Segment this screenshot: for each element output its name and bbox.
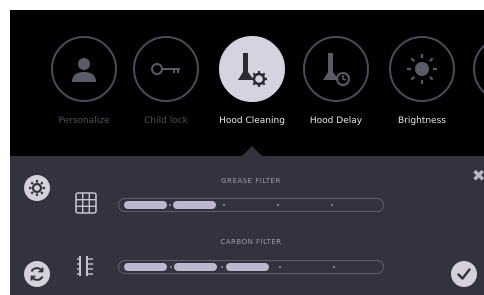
hood-cleaning-icon: [238, 53, 267, 87]
mode-personalize[interactable]: Personalize: [44, 36, 124, 126]
gear-icon: [29, 180, 45, 196]
carbon-filter-level-bar: [118, 260, 384, 274]
hood-delay-button[interactable]: [303, 36, 369, 102]
grease-filter-icon: [75, 192, 97, 214]
sun-icon: [407, 54, 437, 84]
mode-brightness[interactable]: Brightness: [382, 36, 462, 126]
grease-level-tick: [277, 204, 279, 206]
settings-button[interactable]: [24, 175, 50, 201]
carbon-level-tick: [221, 266, 223, 268]
brightness-button[interactable]: [389, 36, 455, 102]
checkmark-icon: [457, 268, 471, 280]
grease-level-tick: [331, 204, 333, 206]
carbon-level-segment: [124, 263, 167, 271]
carbon-level-tick: [333, 266, 335, 268]
hood-cleaning-button[interactable]: [219, 36, 285, 102]
mode-label: Brightness: [398, 116, 446, 126]
mode-hood-cleaning[interactable]: Hood Cleaning: [212, 36, 292, 126]
refresh-icon: [30, 267, 44, 281]
grease-level-tick: [223, 204, 225, 206]
carbon-level-tick: [279, 266, 281, 268]
grease-level-segment: [124, 201, 167, 209]
carbon-level-segment: [226, 263, 269, 271]
grease-level-segment: [173, 201, 216, 209]
mode-next-partial[interactable]: [466, 36, 484, 102]
confirm-button[interactable]: [451, 261, 477, 287]
mode-label: Personalize: [58, 116, 110, 126]
grease-filter-title: GREASE FILTER: [221, 177, 281, 185]
carbon-level-tick: [170, 266, 172, 268]
grease-level-tick: [169, 204, 171, 206]
hood-delay-icon: [323, 53, 350, 86]
carbon-filter-icon: [77, 256, 93, 276]
mode-child-lock[interactable]: Child lock: [126, 36, 206, 126]
carbon-level-segment: [174, 263, 217, 271]
mode-label: Child lock: [144, 116, 188, 126]
child-lock-button[interactable]: [133, 36, 199, 102]
person-icon: [72, 58, 96, 82]
mode-label: Hood Delay: [309, 116, 363, 126]
next-mode-button[interactable]: [473, 36, 484, 102]
mode-hood-delay[interactable]: Hood Delay: [296, 36, 376, 126]
mode-label: Hood Cleaning: [219, 116, 285, 126]
carbon-filter-title: CARBON FILTER: [220, 238, 282, 246]
selection-pointer: [242, 146, 262, 156]
mode-selector-bar: Personalize Child lock Hood Cleaning Hoo…: [10, 10, 484, 156]
close-icon[interactable]: ✖: [472, 168, 484, 184]
hood-settings-screen: Personalize Child lock Hood Cleaning Hoo…: [10, 10, 484, 295]
personalize-button[interactable]: [51, 36, 117, 102]
key-icon: [151, 63, 180, 75]
reset-button[interactable]: [24, 261, 50, 287]
grease-filter-level-bar: [118, 198, 384, 212]
